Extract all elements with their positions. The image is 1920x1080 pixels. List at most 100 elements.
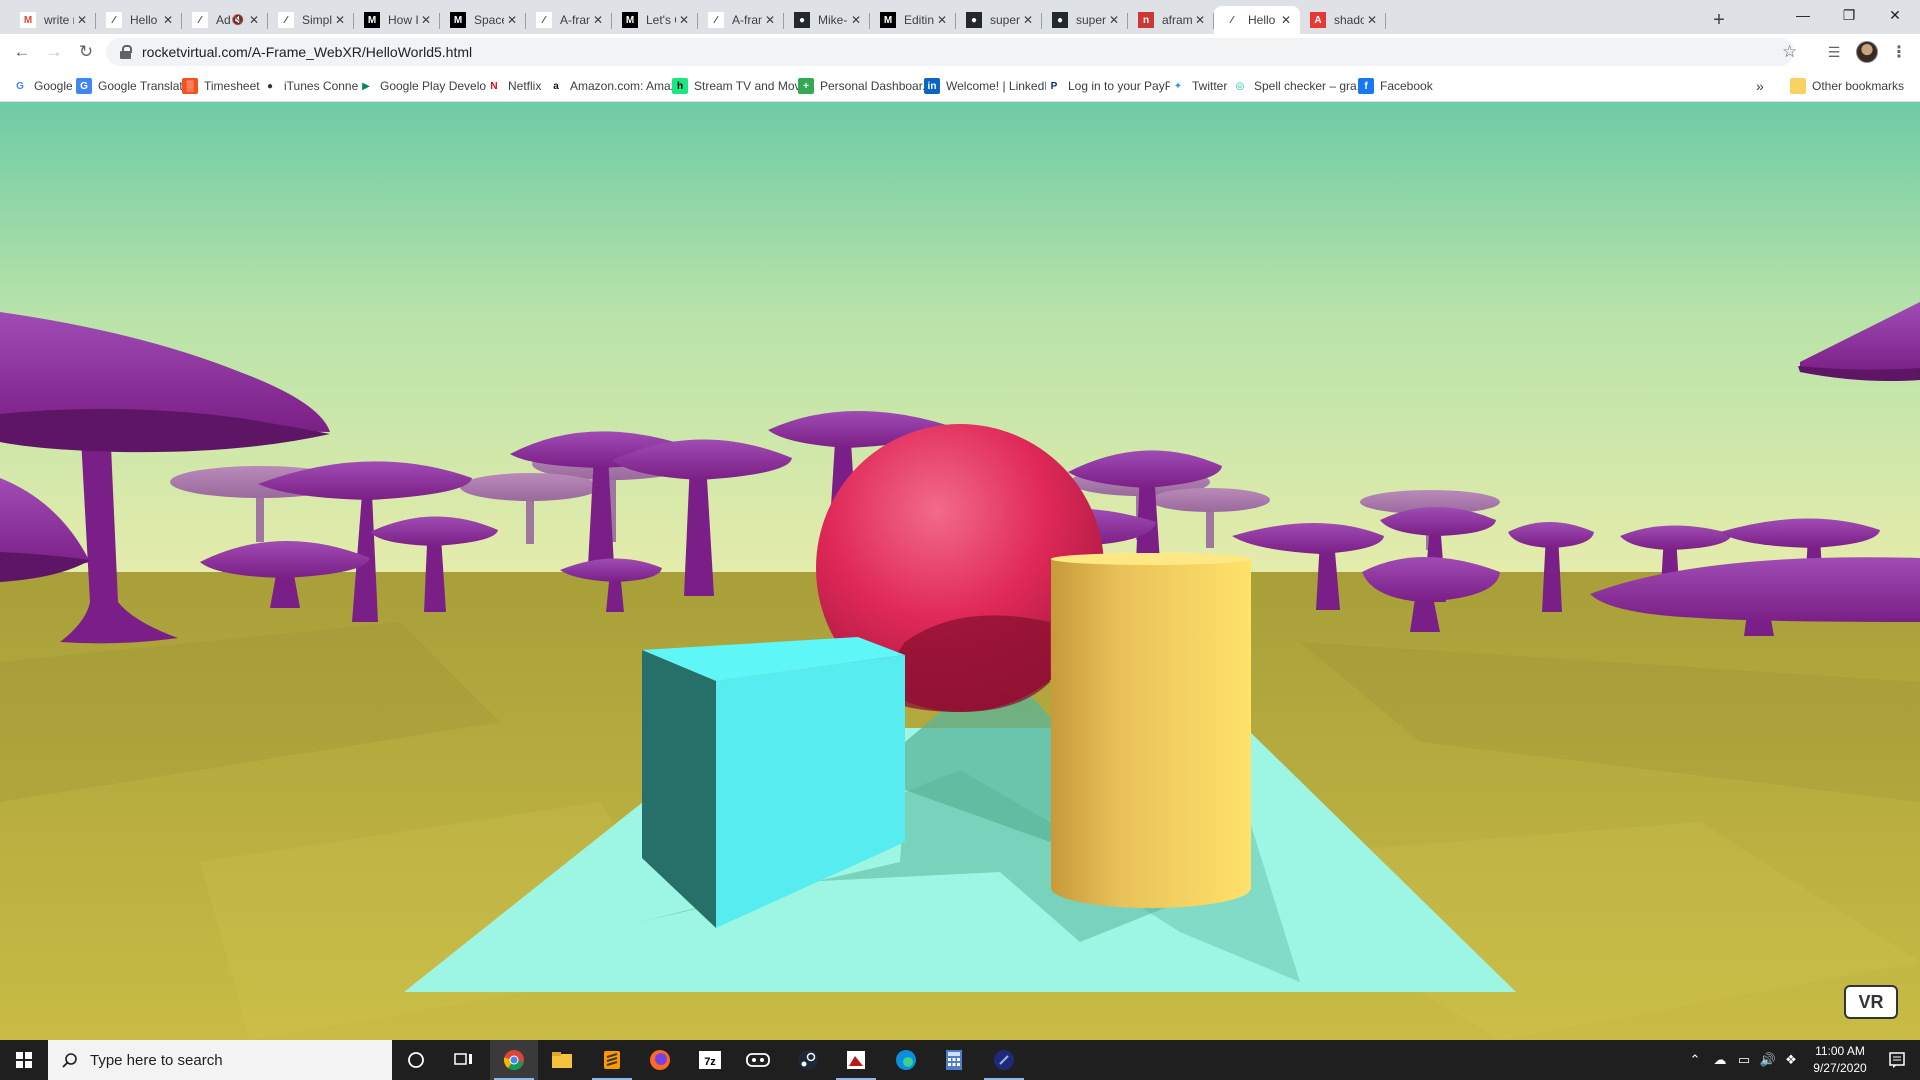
tab-close-icon[interactable]: ✕ xyxy=(848,12,864,28)
close-window-icon[interactable]: ✕ xyxy=(1872,0,1918,30)
bookmark-item[interactable]: h Stream TV and Mov... xyxy=(672,76,810,96)
browser-tab[interactable]: ∕ Hello W✕ xyxy=(96,6,182,34)
tab-close-icon[interactable]: ✕ xyxy=(504,12,520,28)
steam-icon[interactable] xyxy=(784,1040,832,1080)
cortana-icon[interactable] xyxy=(392,1040,440,1080)
network-icon[interactable]: ▭ xyxy=(1732,1040,1756,1080)
back-icon[interactable]: ← xyxy=(10,40,34,64)
image-editor-icon[interactable] xyxy=(832,1040,880,1080)
tab-close-icon[interactable]: ✕ xyxy=(1192,12,1208,28)
other-bookmarks[interactable]: Other bookmarks xyxy=(1790,76,1904,96)
browser-tab[interactable]: M Editing✕ xyxy=(870,6,956,34)
volume-icon[interactable]: 🔊 xyxy=(1756,1040,1780,1080)
tab-close-icon[interactable]: ✕ xyxy=(934,12,950,28)
tab-close-icon[interactable]: ✕ xyxy=(160,12,176,28)
address-bar[interactable]: rocketvirtual.com/A-Frame_WebXR/HelloWor… xyxy=(106,38,1794,66)
new-tab-button[interactable]: + xyxy=(1707,8,1731,32)
minimize-icon[interactable]: — xyxy=(1780,0,1826,30)
profile-avatar[interactable] xyxy=(1856,41,1878,63)
tab-close-icon[interactable]: ✕ xyxy=(676,12,692,28)
task-view-icon[interactable] xyxy=(440,1040,488,1080)
tab-close-icon[interactable]: ✕ xyxy=(1106,12,1122,28)
bookmark-item[interactable]: ◎ Spell checker – gra... xyxy=(1232,76,1367,96)
bookmark-label: Personal Dashboar... xyxy=(820,79,933,93)
bookmark-item[interactable]: G Google xyxy=(12,76,73,96)
bookmark-item[interactable]: N Netflix xyxy=(486,76,541,96)
7zip-icon[interactable]: 7z xyxy=(686,1040,734,1080)
browser-tab[interactable]: ● superm✕ xyxy=(1042,6,1128,34)
scene-svg xyxy=(0,102,1920,1040)
bookmark-label: iTunes Connect xyxy=(284,79,368,93)
npm-icon: n xyxy=(1138,12,1154,28)
restore-icon[interactable]: ❐ xyxy=(1826,0,1872,30)
chrome-icon[interactable] xyxy=(490,1040,538,1080)
tab-mute-icon[interactable]: 🔇 xyxy=(230,12,246,28)
tab-title: write ne xyxy=(44,13,74,27)
media-queue-icon[interactable]: ☰ xyxy=(1823,41,1845,63)
clock[interactable]: 11:00 AM 9/27/2020 xyxy=(1800,1043,1880,1077)
medium-icon: M xyxy=(880,12,896,28)
browser-tab[interactable]: naframe✕ xyxy=(1128,6,1214,34)
aframe-icon: ∕ xyxy=(278,12,294,28)
browser-tab[interactable]: ∕ A-frame✕ xyxy=(526,6,612,34)
browser-tab[interactable]: M How I M✕ xyxy=(354,6,440,34)
browser-tab[interactable]: M Space C✕ xyxy=(440,6,526,34)
bookmark-item[interactable]: f Facebook xyxy=(1358,76,1433,96)
bookmark-item[interactable]: ● iTunes Connect xyxy=(262,76,368,96)
bookmark-item[interactable]: ✦ Twitter xyxy=(1170,76,1227,96)
bookmark-label: Stream TV and Mov... xyxy=(694,79,810,93)
more-menu-icon[interactable]: ⋮ xyxy=(1888,41,1910,63)
windows-start-icon[interactable] xyxy=(0,1040,48,1080)
browser-tab[interactable]: ∕ Adv🔇✕ xyxy=(182,6,268,34)
bookmark-item[interactable]: P Log in to your PayP... xyxy=(1046,76,1181,96)
google-icon: G xyxy=(12,78,28,94)
onedrive-off-icon[interactable]: ☁ xyxy=(1708,1040,1732,1080)
tab-close-icon[interactable]: ✕ xyxy=(332,12,348,28)
vr-button[interactable]: VR xyxy=(1844,985,1898,1019)
sublime-text-icon[interactable] xyxy=(588,1040,636,1080)
tab-close-icon[interactable]: ✕ xyxy=(418,12,434,28)
bookmark-item[interactable]: + Personal Dashboar... xyxy=(798,76,932,96)
dropbox-icon[interactable]: ❖ xyxy=(1780,1040,1802,1080)
notifications-icon[interactable] xyxy=(1874,1040,1920,1080)
bookmarks-overflow-icon[interactable]: » xyxy=(1756,76,1764,96)
tab-title: shadow xyxy=(1334,13,1364,27)
mixed-reality-icon[interactable] xyxy=(734,1040,782,1080)
bookmark-item[interactable]: G Google Translate xyxy=(76,76,189,96)
browser-tab[interactable]: ∕ Hello W✕ xyxy=(1214,6,1300,34)
bookmark-item[interactable]: a Amazon.com: Amaz... xyxy=(548,76,687,96)
file-explorer-icon[interactable] xyxy=(538,1040,586,1080)
firefox-icon[interactable] xyxy=(636,1040,684,1080)
forward-icon[interactable]: → xyxy=(42,40,66,64)
tab-close-icon[interactable]: ✕ xyxy=(590,12,606,28)
bookmark-item[interactable]: in Welcome! | LinkedIn xyxy=(924,76,1054,96)
calculator-icon[interactable] xyxy=(930,1040,978,1080)
reload-icon[interactable]: ↻ xyxy=(74,40,98,64)
browser-tab[interactable]: ∕ A-fram✕ xyxy=(698,6,784,34)
browser-tab[interactable]: ● Mike-M✕ xyxy=(784,6,870,34)
tab-close-icon[interactable]: ✕ xyxy=(1020,12,1036,28)
tab-title: A-fram xyxy=(732,13,762,27)
tray-chevron-icon[interactable]: ⌃ xyxy=(1684,1040,1706,1080)
browser-tab[interactable]: Mwrite ne✕ xyxy=(10,6,96,34)
edge-icon[interactable] xyxy=(882,1040,930,1080)
aframe-scene-canvas[interactable]: VR xyxy=(0,102,1920,1040)
bookmark-star-icon[interactable]: ☆ xyxy=(1782,42,1797,62)
acrobat-icon: A xyxy=(1310,12,1326,28)
tab-close-icon[interactable]: ✕ xyxy=(1278,12,1294,28)
browser-tab[interactable]: ∕ Simple✕ xyxy=(268,6,354,34)
browser-tab[interactable]: Ashadow✕ xyxy=(1300,6,1386,34)
browser-tab[interactable]: M Let's Co✕ xyxy=(612,6,698,34)
taskbar-search[interactable]: Type here to search xyxy=(48,1040,392,1080)
tab-close-icon[interactable]: ✕ xyxy=(74,12,90,28)
plus-icon: + xyxy=(798,78,814,94)
browser-tab[interactable]: ● superm✕ xyxy=(956,6,1042,34)
tab-close-icon[interactable]: ✕ xyxy=(1364,12,1380,28)
tab-title: aframe xyxy=(1162,13,1192,27)
amazon-icon: a xyxy=(548,78,564,94)
visual-studio-icon[interactable] xyxy=(980,1040,1028,1080)
bookmark-item[interactable]: ▒ Timesheet xyxy=(182,76,260,96)
tab-close-icon[interactable]: ✕ xyxy=(246,12,262,28)
bookmark-item[interactable]: ▶ Google Play Develo... xyxy=(358,76,496,96)
tab-close-icon[interactable]: ✕ xyxy=(762,12,778,28)
